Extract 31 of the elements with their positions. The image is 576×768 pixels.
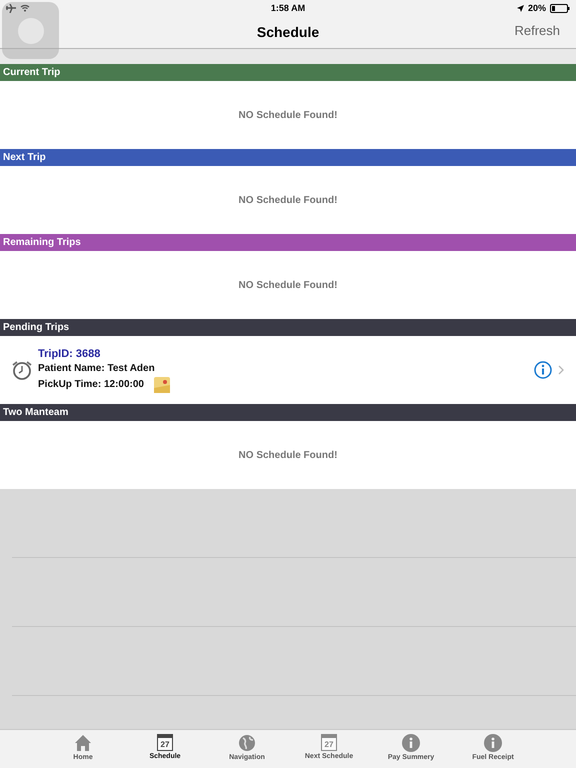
section-header: Two Manteam	[0, 404, 576, 421]
calendar-icon: 27	[321, 734, 337, 751]
battery-percent: 20%	[528, 3, 546, 13]
pickup-time: PickUp Time: 12:00:00	[38, 379, 144, 390]
section-header: Next Trip	[0, 149, 576, 166]
section-header: Remaining Trips	[0, 234, 576, 251]
info-icon	[402, 734, 420, 752]
empty-message: NO Schedule Found!	[238, 450, 338, 460]
home-icon	[74, 734, 92, 752]
info-icon[interactable]	[534, 361, 552, 379]
trip-id: TripID: 3688	[38, 348, 102, 360]
wifi-icon	[20, 4, 30, 12]
status-time: 1:58 AM	[270, 3, 306, 13]
alarm-clock-icon	[12, 360, 32, 380]
calendar-icon: 27	[157, 734, 173, 751]
map-icon	[154, 376, 170, 392]
refresh-button[interactable]: Refresh	[514, 23, 560, 38]
location-arrow-icon	[516, 4, 524, 12]
airplane-icon	[6, 4, 16, 12]
patient-name: Patient Name: Test Aden	[38, 362, 156, 374]
section-header: Current Trip	[0, 64, 576, 81]
empty-message: NO Schedule Found!	[238, 194, 338, 206]
trip-row[interactable]: TripID: 3688 Patient Name: Test Aden PickUp Time: 12:00:00	[0, 336, 576, 404]
globe-icon	[238, 734, 256, 752]
empty-message: NO Schedule Found!	[238, 280, 338, 290]
chevron-icon	[558, 365, 564, 375]
battery-icon	[550, 4, 570, 12]
screen-title: Schedule	[256, 24, 320, 40]
info-icon	[484, 734, 502, 752]
section-header: Pending Trips	[0, 319, 576, 336]
empty-message: NO Schedule Found!	[238, 110, 338, 120]
